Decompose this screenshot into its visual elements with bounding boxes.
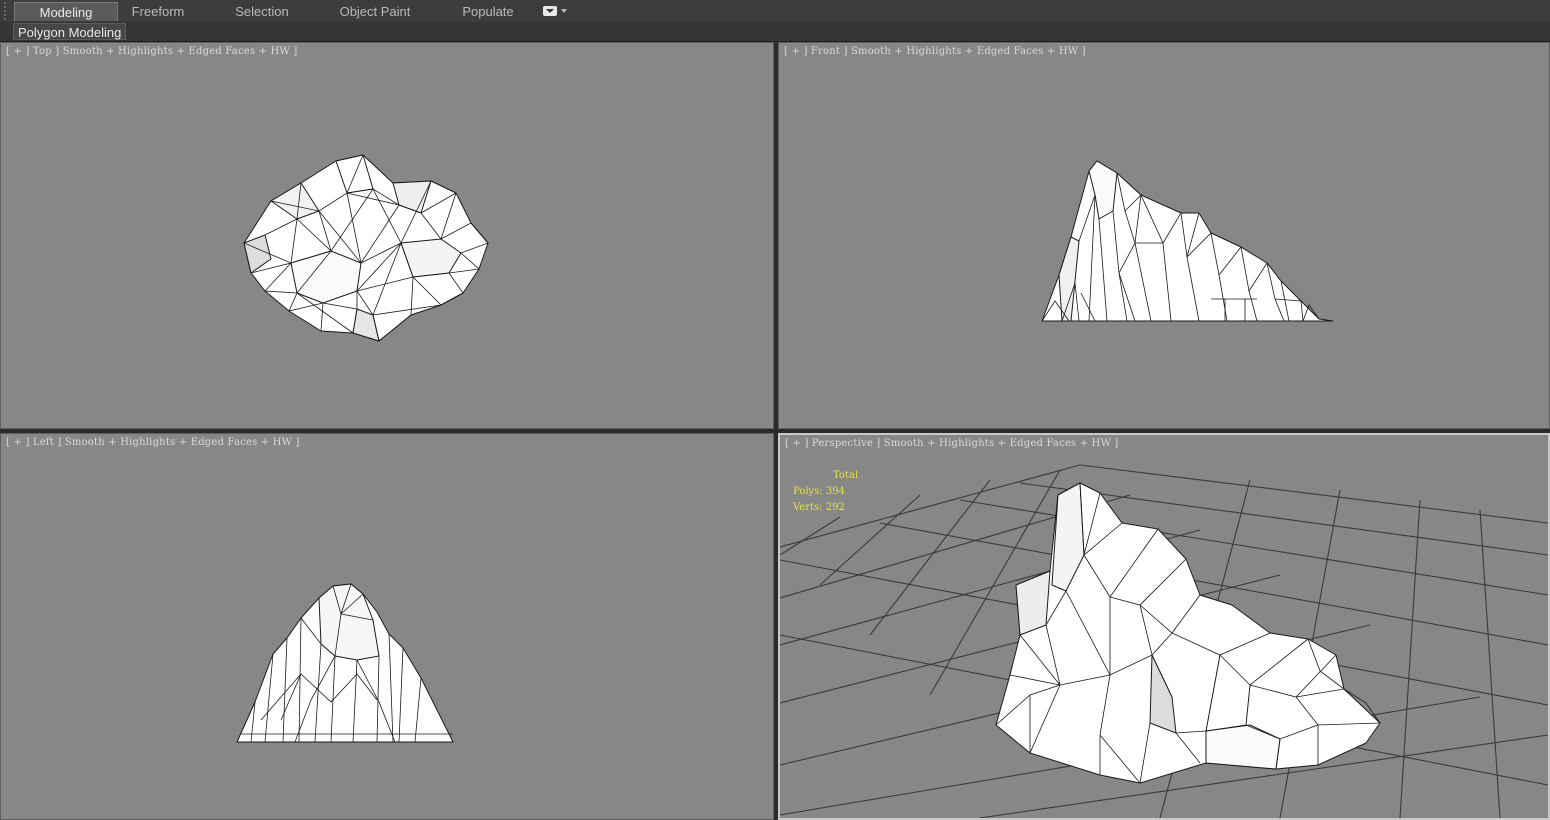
stats-verts: Verts: 292 <box>793 502 845 513</box>
statistics-overlay: Total Polys: 394 Verts: 292 <box>793 468 858 516</box>
ribbon-tab-bar: Modeling Freeform Selection Object Paint… <box>0 0 1550 23</box>
viewport-perspective-label[interactable]: [ + ] Perspective ] Smooth + Highlights … <box>785 438 1119 449</box>
stats-title: Total <box>833 470 859 481</box>
viewport-left-label[interactable]: [ + ] Left ] Smooth + Highlights + Edged… <box>6 437 300 448</box>
viewport-front-label[interactable]: [ + ] Front ] Smooth + Highlights + Edge… <box>784 46 1086 57</box>
viewport-left[interactable]: [ + ] Left ] Smooth + Highlights + Edged… <box>0 433 774 820</box>
left-view-mesh <box>236 583 454 743</box>
tab-selection[interactable]: Selection <box>220 2 304 21</box>
viewport-front[interactable]: [ + ] Front ] Smooth + Highlights + Edge… <box>778 42 1550 429</box>
stats-polys: Polys: 394 <box>793 486 845 497</box>
viewport-perspective[interactable]: [ + ] Perspective ] Smooth + Highlights … <box>778 433 1550 820</box>
dropdown-options-icon[interactable] <box>543 6 569 18</box>
top-view-mesh <box>243 154 489 342</box>
viewport-top-label[interactable]: [ + ] Top ] Smooth + Highlights + Edged … <box>6 46 297 57</box>
tab-object-paint[interactable]: Object Paint <box>330 2 420 21</box>
tab-modeling[interactable]: Modeling <box>14 2 118 21</box>
polygon-modeling-panel-button[interactable]: Polygon Modeling <box>13 23 127 40</box>
tab-freeform[interactable]: Freeform <box>118 2 198 21</box>
ribbon-panel-bar: Polygon Modeling <box>0 22 1550 42</box>
ribbon-grip-handle[interactable] <box>4 2 14 20</box>
front-view-mesh <box>1041 160 1334 322</box>
tab-populate[interactable]: Populate <box>450 2 526 21</box>
perspective-view-scene <box>780 464 1548 818</box>
viewport-top[interactable]: [ + ] Top ] Smooth + Highlights + Edged … <box>0 42 774 429</box>
perspective-rock-mesh <box>995 482 1381 784</box>
